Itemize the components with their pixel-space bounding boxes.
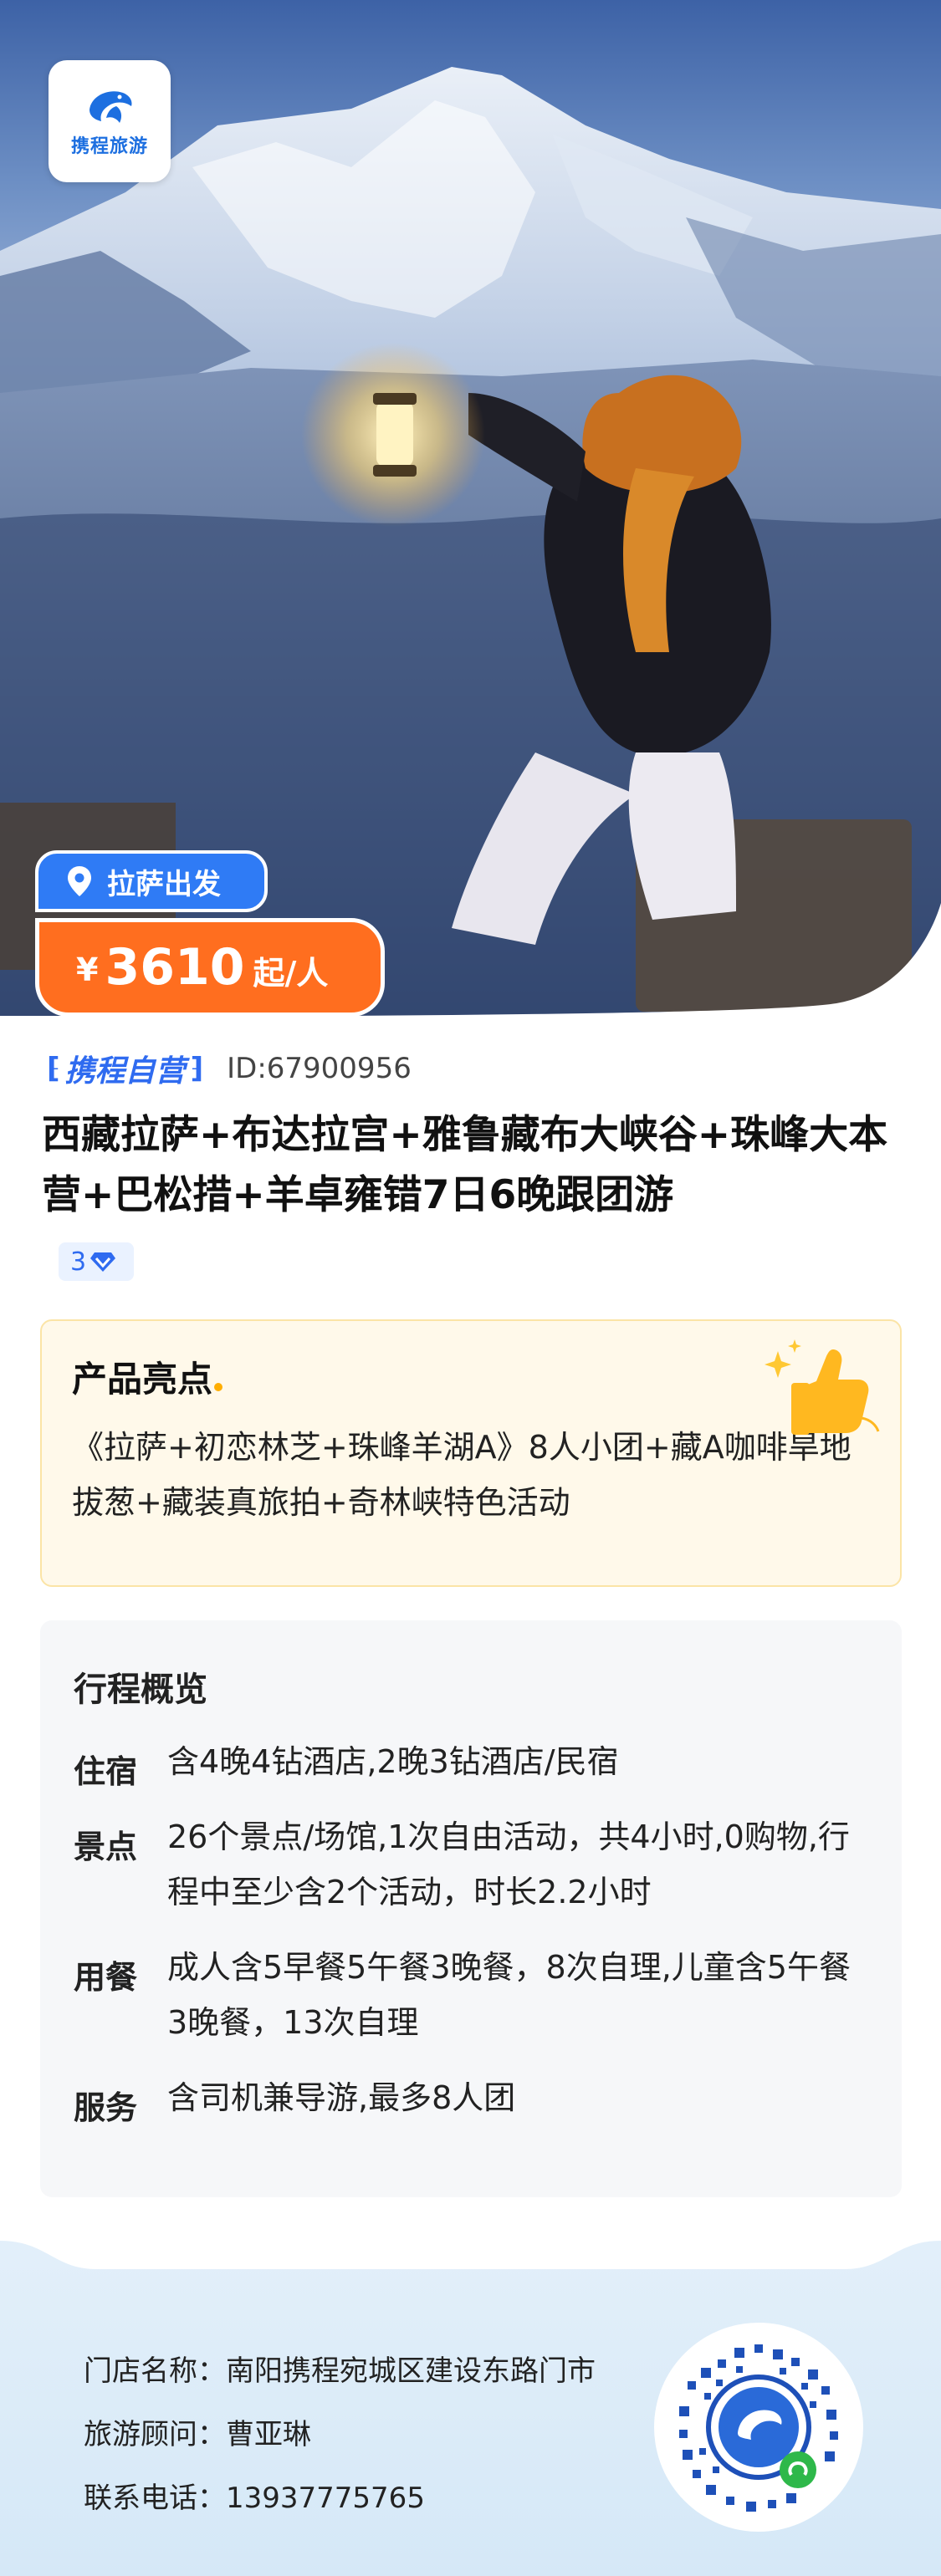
dolphin-icon (89, 91, 132, 123)
thumbs-up-icon (765, 1339, 880, 1435)
qr-code-icon (660, 2329, 857, 2526)
product-title: 西藏拉萨+布达拉宫+雅鲁藏布大峡谷+珠峰大本营+巴松措+羊卓雍错7日6晚跟团游 (42, 1112, 888, 1218)
highlights-title: 产品亮点 (72, 1351, 223, 1402)
itinerary-label: 住宿 (74, 1746, 167, 1792)
itinerary-overview: 行程概览 住宿 含4晚4钻酒店,2晚3钻酒店/民宿 景点 26个景点/场馆,1次… (40, 1620, 902, 2197)
itinerary-row-meals: 用餐 成人含5早餐5午餐3晚餐，8次自理,儿童含5午餐3晚餐，13次自理 (74, 1949, 853, 2050)
highlights-box: 产品亮点 《拉萨+初恋林芝+珠峰羊湖A》8人小团+藏A咖啡旱地拔葱+藏装真旅拍+… (40, 1319, 902, 1587)
product-id: ID:67900956 (227, 1052, 412, 1085)
price-tag: ¥ 3610 起/人 (35, 918, 385, 1017)
mini-program-qr-code[interactable] (654, 2323, 863, 2532)
footer-curve (0, 2207, 941, 2269)
departure-location-tag: 拉萨出发 (35, 850, 268, 912)
logo-text: 携程旅游 (70, 136, 148, 157)
itinerary-value: 含4晚4钻酒店,2晚3钻酒店/民宿 (167, 1743, 619, 1780)
price-currency: ¥ (76, 951, 99, 988)
itinerary-label: 景点 (74, 1821, 167, 1920)
itinerary-label: 服务 (74, 2082, 167, 2128)
itinerary-title: 行程概览 (74, 1671, 207, 1709)
diamond-level: 3 (70, 1247, 87, 1277)
diamond-rating-badge: 3 (59, 1242, 134, 1281)
diamond-icon (90, 1252, 116, 1272)
departure-city: 拉萨出发 (107, 867, 221, 901)
self-operated-text: 携程自营 (64, 1054, 186, 1089)
self-operated-badge: ⁅ 携程自营 ⁆ (42, 1048, 208, 1089)
brand-row: ⁅ 携程自营 ⁆ ID:67900956 (42, 1048, 412, 1089)
store-name: 门店名称：南阳携程宛城区建设东路门市 (84, 2354, 596, 2388)
price-amount: 3610 (105, 938, 245, 997)
price-unit: 起/人 (253, 954, 329, 992)
itinerary-value: 成人含5早餐5午餐3晚餐，8次自理,儿童含5午餐3晚餐，13次自理 (167, 1949, 851, 2041)
highlights-text: 《拉萨+初恋林芝+珠峰羊湖A》8人小团+藏A咖啡旱地拔葱+藏装真旅拍+奇林峡特色… (72, 1429, 852, 1521)
location-pin-icon (68, 866, 91, 896)
itinerary-row-service: 服务 含司机兼导游,最多8人团 (74, 2079, 853, 2128)
store-phone[interactable]: 联系电话：13937775765 (84, 2475, 425, 2516)
itinerary-value: 26个景点/场馆,1次自由活动，共4小时,0购物,行程中至少含2个活动，时长2.… (167, 1819, 850, 1910)
itinerary-value: 含司机兼导游,最多8人团 (167, 2079, 516, 2116)
itinerary-row-sights: 景点 26个景点/场馆,1次自由活动，共4小时,0购物,行程中至少含2个活动，时… (74, 1819, 853, 1920)
itinerary-label: 用餐 (74, 1951, 167, 2050)
bracket-left-icon: ⁅ (47, 1052, 60, 1085)
ctrip-logo: 携程旅游 (49, 60, 171, 182)
itinerary-row-lodging: 住宿 含4晚4钻酒店,2晚3钻酒店/民宿 (74, 1743, 853, 1792)
bracket-right-icon: ⁆ (190, 1052, 204, 1085)
store-advisor: 旅游顾问：曹亚琳 (84, 2418, 311, 2451)
